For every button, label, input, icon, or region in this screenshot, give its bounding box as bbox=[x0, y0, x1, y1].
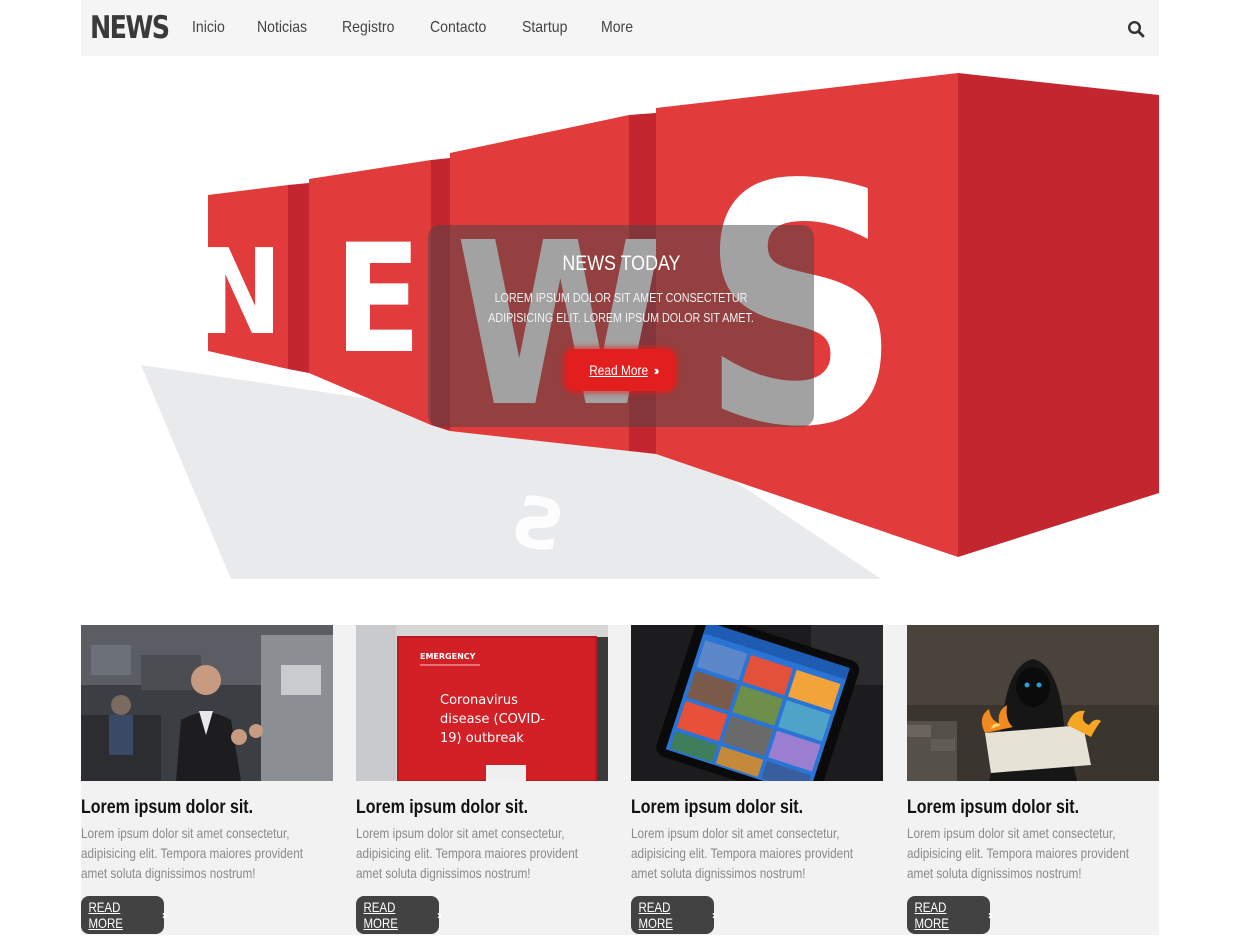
card-image-line: disease (COVID- bbox=[440, 712, 545, 727]
nav-item-more[interactable]: More bbox=[601, 19, 633, 37]
hero-title: NEWS TODAY bbox=[561, 252, 681, 275]
card-read-more-label: READ MORE bbox=[363, 899, 398, 931]
card-image-line: Coronavirus bbox=[440, 693, 518, 708]
card-image-line: 19) outbreak bbox=[440, 731, 524, 746]
card-read-more-button[interactable]: READ MORE ›› bbox=[356, 896, 442, 934]
card-read-more-button[interactable]: READ MORE ›› bbox=[81, 896, 167, 934]
card-title: Lorem ipsum dolor sit. bbox=[631, 797, 804, 818]
hero-letter-e: E bbox=[334, 212, 421, 387]
card-image-covid-sign: EMERGENCY Coronavirus disease (COVID- 19… bbox=[356, 625, 608, 781]
hero-text: LOREM IPSUM DOLOR SIT AMET CONSECTETUR A… bbox=[488, 291, 754, 325]
card-text: Lorem ipsum dolor sit amet consectetur, … bbox=[81, 825, 304, 881]
card-text: Lorem ipsum dolor sit amet consectetur, … bbox=[907, 825, 1130, 881]
hero-read-more-button[interactable]: Read More ›› bbox=[565, 349, 675, 391]
nav-item-registro[interactable]: Registro bbox=[342, 19, 394, 37]
hero-read-more-label: Read More bbox=[588, 362, 648, 378]
card-read-more-label: READ MORE bbox=[638, 899, 673, 931]
card-read-more-label: READ MORE bbox=[914, 899, 949, 931]
card-image-tag: EMERGENCY bbox=[420, 652, 476, 661]
card-image-tablet bbox=[631, 625, 883, 781]
nav-links: Inicio Noticias Registro Contacto Startu… bbox=[192, 19, 666, 37]
card-text: Lorem ipsum dolor sit amet consectetur, … bbox=[356, 825, 579, 881]
double-chevron-right-icon: ›› bbox=[712, 908, 717, 922]
double-chevron-right-icon: ›› bbox=[653, 362, 659, 378]
card-image-newsroom bbox=[81, 625, 333, 781]
hero-banner: N Ƨ N E W S NEWS TODAY LOREM IPSUM DOLOR… bbox=[81, 73, 1159, 579]
card-read-more-button[interactable]: READ MORE ›› bbox=[907, 896, 993, 934]
card-read-more-button[interactable]: READ MORE ›› bbox=[631, 896, 717, 934]
card-title: Lorem ipsum dolor sit. bbox=[356, 797, 529, 818]
news-card: Lorem ipsum dolor sit. Lorem ipsum dolor… bbox=[907, 625, 1159, 935]
brand-logo[interactable]: NEWS bbox=[90, 10, 170, 46]
news-card: EMERGENCY Coronavirus disease (COVID- 19… bbox=[356, 625, 608, 935]
card-image-burning-newspaper bbox=[907, 625, 1159, 781]
hero-letter-n: N bbox=[198, 223, 282, 361]
double-chevron-right-icon: ›› bbox=[437, 908, 442, 922]
navbar: NEWS Inicio Noticias Registro Contacto S… bbox=[81, 0, 1159, 56]
card-title: Lorem ipsum dolor sit. bbox=[907, 797, 1080, 818]
nav-item-contacto[interactable]: Contacto bbox=[430, 19, 486, 37]
hero-caption: NEWS TODAY LOREM IPSUM DOLOR SIT AMET CO… bbox=[428, 225, 814, 427]
double-chevron-right-icon: ›› bbox=[988, 908, 993, 922]
nav-item-startup[interactable]: Startup bbox=[522, 19, 567, 37]
news-card: Lorem ipsum dolor sit. Lorem ipsum dolor… bbox=[81, 625, 333, 935]
nav-item-inicio[interactable]: Inicio bbox=[192, 19, 225, 37]
nav-item-noticias[interactable]: Noticias bbox=[257, 19, 307, 37]
news-cards: Lorem ipsum dolor sit. Lorem ipsum dolor… bbox=[81, 625, 1159, 935]
news-card: Lorem ipsum dolor sit. Lorem ipsum dolor… bbox=[631, 625, 883, 935]
card-text: Lorem ipsum dolor sit amet consectetur, … bbox=[631, 825, 854, 881]
double-chevron-right-icon: ›› bbox=[162, 908, 167, 922]
search-icon[interactable] bbox=[1127, 20, 1145, 38]
card-title: Lorem ipsum dolor sit. bbox=[81, 797, 254, 818]
card-read-more-label: READ MORE bbox=[88, 899, 123, 931]
